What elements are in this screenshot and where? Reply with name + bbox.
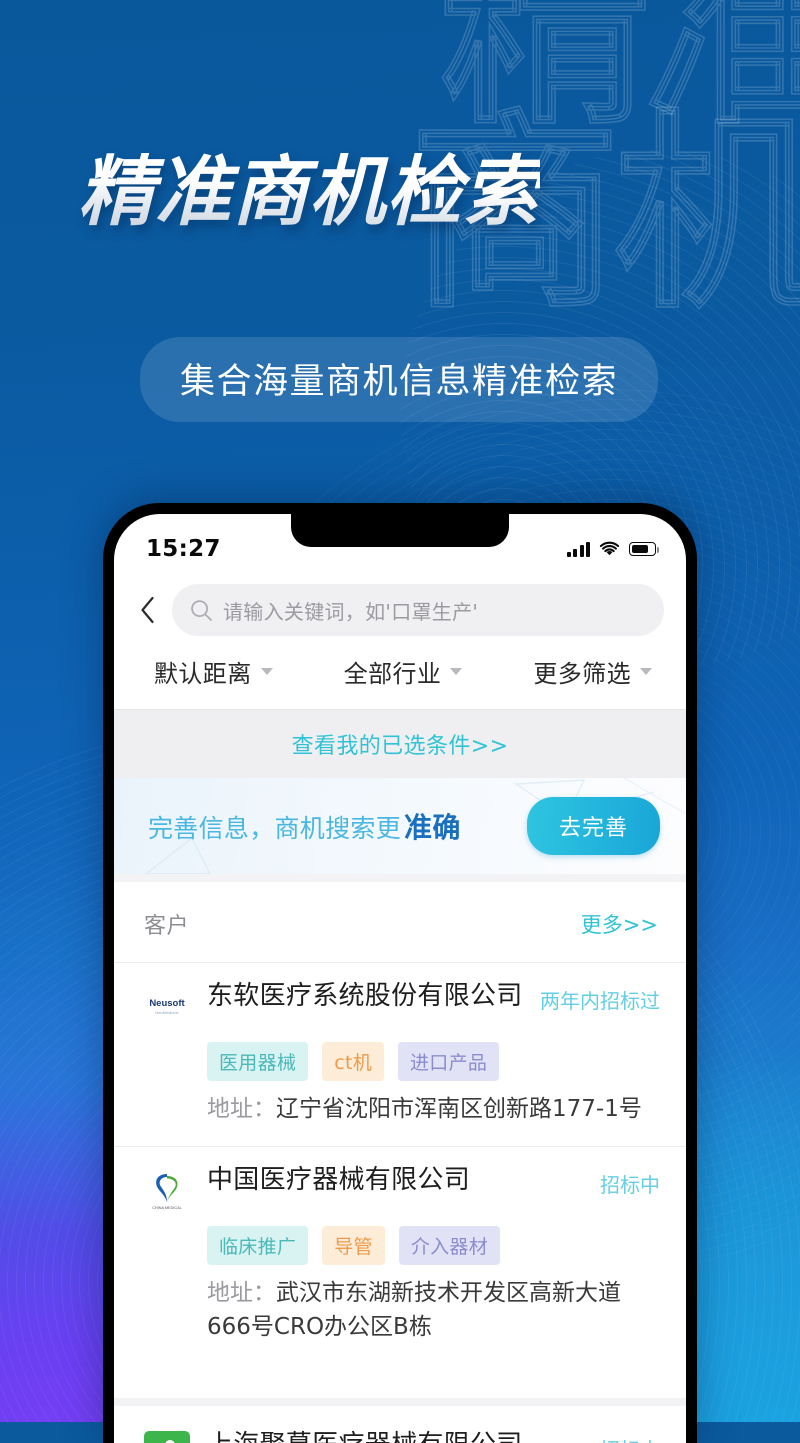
company-name: 东软医疗系统股份有限公司: [207, 981, 523, 1011]
status-bar-indicators: [566, 541, 659, 557]
svg-text:Neusoft: Neusoft: [149, 998, 185, 1009]
search-input-placeholder: 请输入关键词，如'口罩生产': [223, 599, 479, 624]
status-badge: 两年内招标过: [540, 989, 660, 1013]
section-label: 客户: [144, 914, 190, 939]
search-input[interactable]: 请输入关键词，如'口罩生产': [172, 584, 664, 636]
status-bar: 15:27: [114, 514, 686, 578]
page-title: 精准商机检索: [78, 147, 540, 236]
list-spacer: [114, 1364, 686, 1399]
status-badge: 招标中: [600, 1434, 660, 1443]
china-medical-logo: CHINA MEDICAL: [144, 1166, 190, 1213]
list-item[interactable]: Neusoft NeuMedicine 东软医疗系统股份有限公司 两年内招标过 …: [114, 962, 686, 1146]
svg-text:CHINA MEDICAL: CHINA MEDICAL: [152, 1206, 182, 1210]
promo-banner: 完善信息，商机搜索更 准确 去完善: [114, 778, 686, 874]
filter-industry-label: 全部行业: [343, 660, 442, 688]
view-selected-conditions-link[interactable]: 查看我的已选条件>>: [292, 728, 509, 760]
chevron-down-icon: [639, 668, 652, 675]
svg-text:NeuMedicine: NeuMedicine: [155, 1010, 179, 1015]
status-badge: 招标中: [600, 1173, 660, 1198]
address-label: 地址：: [207, 1096, 276, 1122]
section-more-link[interactable]: 更多>>: [581, 909, 658, 939]
promo-text: 完善信息，商机搜索更 准确: [148, 806, 461, 846]
filter-more-label: 更多筛选: [533, 660, 631, 688]
company-header: Neusoft NeuMedicine 东软医疗系统股份有限公司 两年内招标过: [144, 979, 660, 1028]
battery-icon: [629, 542, 659, 556]
signal-bars-icon: [566, 541, 590, 557]
hero-subtitle-pill: 集合海量商机信息精准检索: [140, 337, 659, 422]
filter-bar: 默认距离 全部行业 更多筛选: [114, 654, 686, 709]
filter-industry[interactable]: 全部行业: [344, 654, 463, 689]
improve-info-button[interactable]: 去完善: [526, 797, 660, 855]
company-name: 上海聚慕医疗器械有限公司: [207, 1428, 583, 1443]
address-label: 地址：: [207, 1280, 276, 1307]
tag[interactable]: 医用器械: [207, 1042, 309, 1081]
chevron-left-icon: [140, 596, 154, 624]
company-header: CHINA MEDICAL 中国医疗器械有限公司 招标中: [144, 1163, 660, 1213]
tag[interactable]: 导管: [322, 1226, 385, 1266]
company-tags: 医用器械 ct机 进口产品: [207, 1042, 660, 1081]
filter-distance[interactable]: 默认距离: [154, 654, 273, 689]
phone-mockup: 15:27 请输入关键词，如'口罩生产' 默认距离 全部行业 更多筛选 查看我的…: [103, 503, 697, 1443]
company-tags: 临床推广 导管 介入器材: [207, 1226, 660, 1266]
phone-screen: 15:27 请输入关键词，如'口罩生产' 默认距离 全部行业 更多筛选 查看我的…: [114, 514, 686, 1443]
company-name: 中国医疗器械有限公司: [207, 1165, 471, 1196]
wifi-icon: [599, 541, 620, 556]
section-header-customers: 客户 更多>>: [114, 874, 686, 962]
company-address: 地址：辽宁省沈阳市浑南区创新路177-1号: [207, 1093, 660, 1126]
back-button[interactable]: [132, 591, 162, 629]
neusoft-logo: Neusoft NeuMedicine: [144, 982, 190, 1028]
chevron-down-icon: [450, 668, 463, 675]
jumu-logo: [144, 1431, 190, 1443]
filter-distance-label: 默认距离: [154, 660, 252, 688]
promo-text-light: 完善信息，商机搜索更: [148, 814, 402, 843]
list-item[interactable]: 上海聚慕医疗器械有限公司 招标中: [114, 1398, 686, 1443]
results-list: 客户 更多>> Neusoft NeuMedicine 东软医疗系统股份有限公司…: [114, 874, 686, 1443]
address-value: 辽宁省沈阳市浑南区创新路177-1号: [276, 1096, 642, 1122]
list-item[interactable]: CHINA MEDICAL 中国医疗器械有限公司 招标中 临床推广 导管 介入器…: [114, 1146, 686, 1364]
company-header: 上海聚慕医疗器械有限公司 招标中: [144, 1428, 660, 1443]
status-bar-time: 15:27: [146, 536, 221, 562]
promo-text-bold: 准确: [404, 811, 461, 844]
tag[interactable]: 进口产品: [398, 1042, 500, 1081]
tag[interactable]: 介入器材: [398, 1226, 501, 1266]
company-address: 地址：武汉市东湖新技术开发区高新大道666号CRO办公区B栋: [207, 1277, 660, 1344]
search-icon: [191, 599, 212, 621]
tag[interactable]: ct机: [322, 1042, 384, 1081]
chevron-down-icon: [260, 668, 273, 675]
filter-more[interactable]: 更多筛选: [533, 654, 652, 689]
search-bar: 请输入关键词，如'口罩生产': [114, 578, 686, 654]
selected-conditions-band: 查看我的已选条件>>: [114, 709, 686, 778]
tag[interactable]: 临床推广: [207, 1226, 309, 1266]
